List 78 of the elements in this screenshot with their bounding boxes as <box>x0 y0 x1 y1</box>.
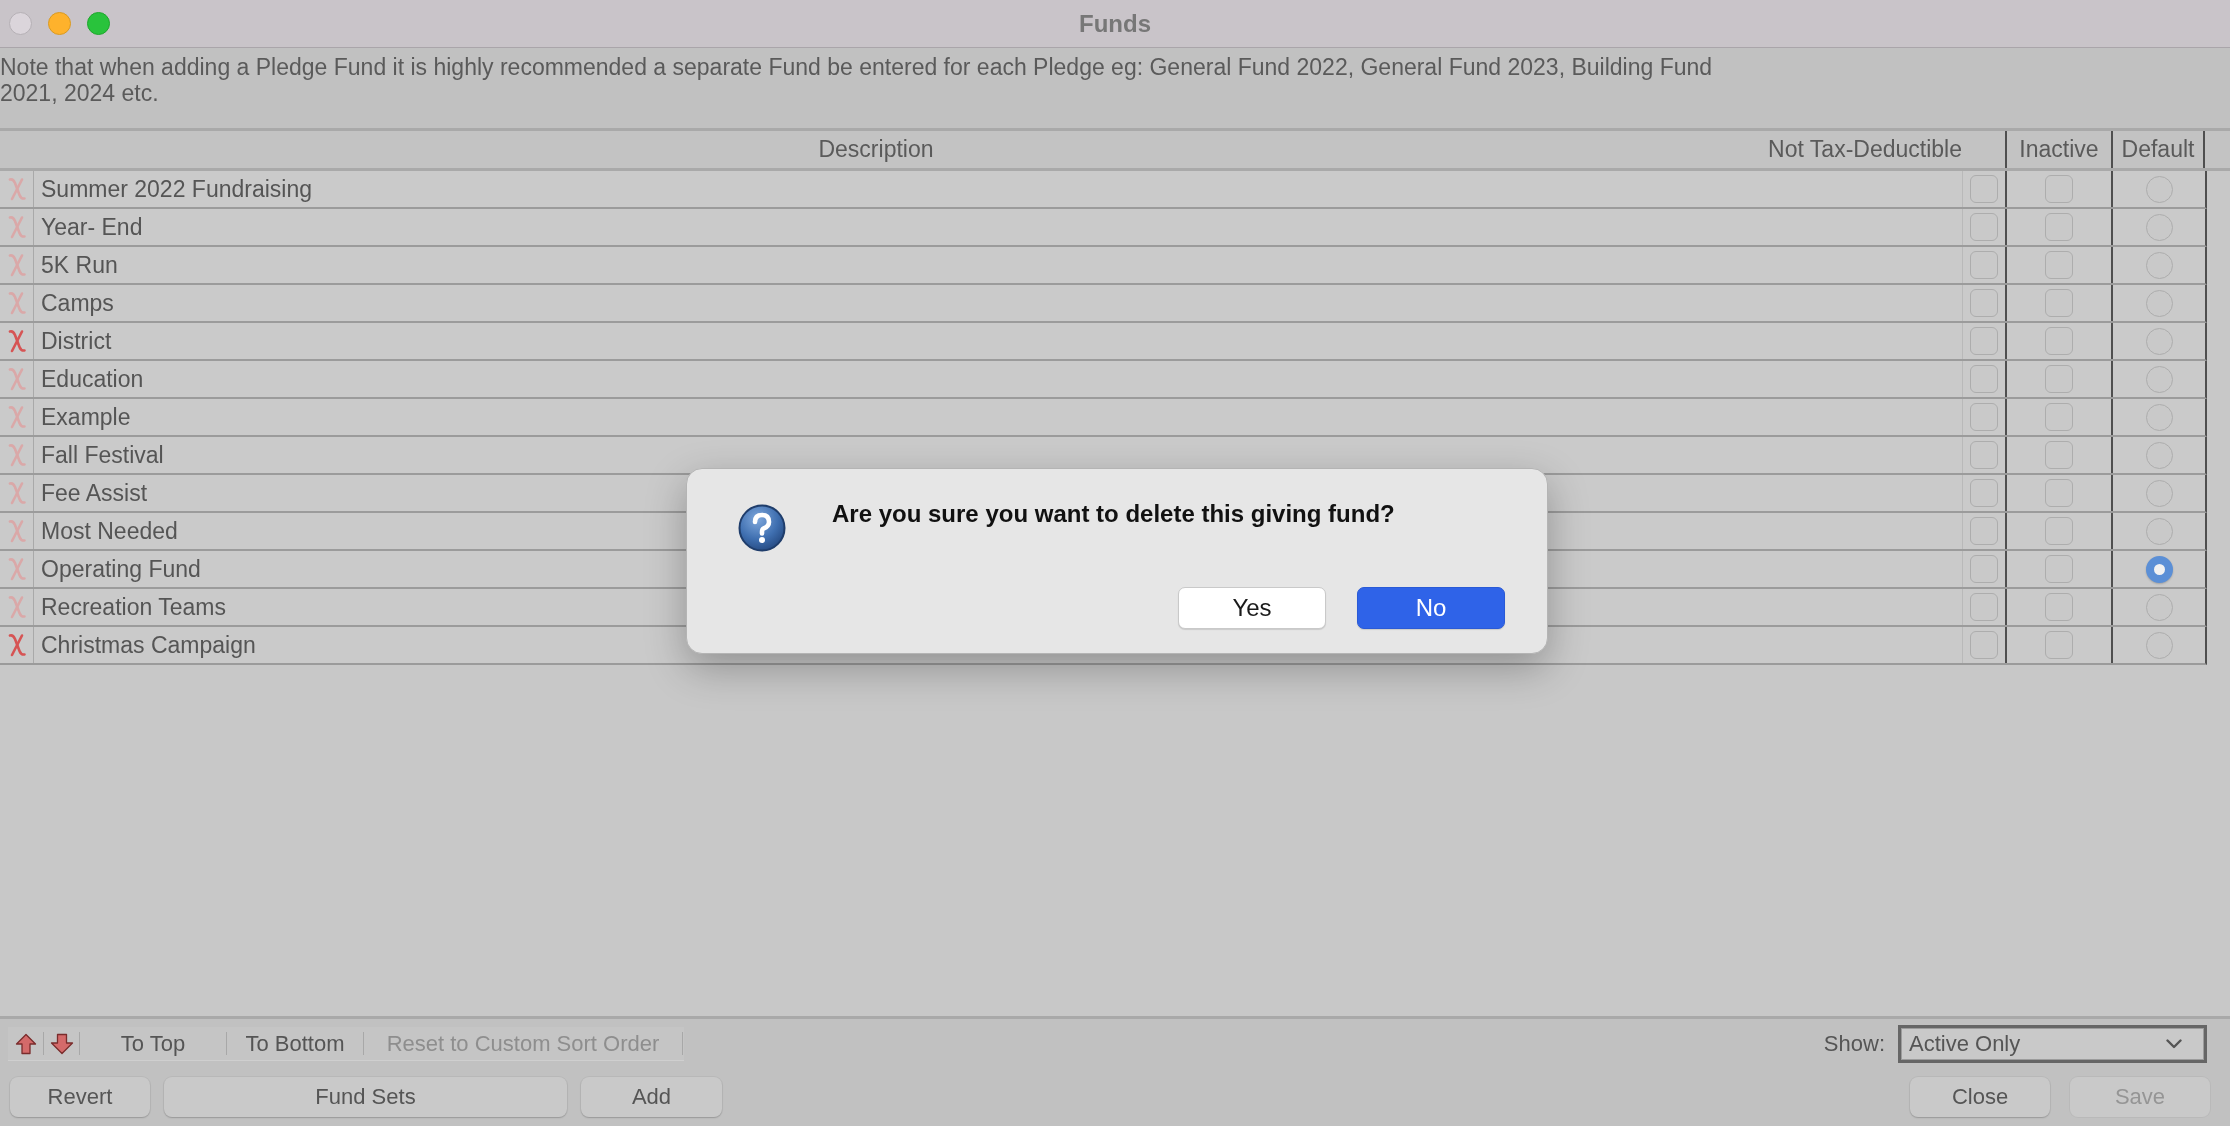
table-cell: 5K Run <box>33 247 1962 283</box>
radio-button[interactable] <box>2145 327 2173 355</box>
delete-icon[interactable] <box>7 595 26 619</box>
show-dropdown[interactable]: Active Only <box>1898 1025 2207 1063</box>
checkbox[interactable] <box>1970 403 1998 431</box>
checkbox[interactable] <box>1970 593 1998 621</box>
checkbox[interactable] <box>1970 517 1998 545</box>
close-button[interactable] <box>9 12 32 35</box>
checkbox[interactable] <box>1970 631 1998 659</box>
column-header: Description <box>817 135 935 164</box>
checkbox[interactable] <box>1970 555 1998 583</box>
dialog-button[interactable]: No <box>1357 587 1505 629</box>
delete-icon[interactable] <box>7 367 26 391</box>
minimize-button[interactable] <box>48 12 71 35</box>
table-row[interactable]: Example <box>0 399 2207 437</box>
radio-button[interactable] <box>2145 479 2173 507</box>
delete-icon[interactable] <box>7 253 26 277</box>
checkbox[interactable] <box>1970 327 1998 355</box>
checkbox[interactable] <box>1970 289 1998 317</box>
action-button[interactable]: Close <box>1910 1077 2050 1117</box>
checkbox[interactable] <box>1970 479 1998 507</box>
zoom-button[interactable] <box>87 12 110 35</box>
toolbar-button[interactable]: To Bottom <box>227 1027 363 1060</box>
delete-icon[interactable] <box>7 291 26 315</box>
table-row[interactable]: Camps <box>0 285 2207 323</box>
radio-button[interactable] <box>2145 631 2173 659</box>
checkbox[interactable] <box>1970 251 1998 279</box>
radio-button[interactable] <box>2145 213 2173 241</box>
radio-button[interactable] <box>2145 365 2173 393</box>
column-header: Default <box>2111 131 2205 168</box>
table-cell: District <box>33 323 1962 359</box>
table-row[interactable]: Education <box>0 361 2207 399</box>
window-title: Funds <box>1079 9 1151 38</box>
table-row[interactable]: District <box>0 323 2207 361</box>
table-cell: Education <box>33 361 1962 397</box>
radio-button[interactable] <box>2145 251 2173 279</box>
delete-icon[interactable] <box>7 177 26 201</box>
table-row[interactable]: 5K Run <box>0 247 2207 285</box>
checkbox[interactable] <box>1970 441 1998 469</box>
checkbox[interactable] <box>1970 175 1998 203</box>
table-cell: Example <box>33 399 1962 435</box>
table-row[interactable]: Year- End <box>0 209 2207 247</box>
dialog-button[interactable]: Yes <box>1178 587 1326 629</box>
delete-icon[interactable] <box>7 557 26 581</box>
radio-button[interactable] <box>2145 175 2173 203</box>
action-button[interactable]: Add <box>581 1077 722 1117</box>
show-label: Show: <box>1823 1031 1885 1057</box>
table-row[interactable]: Fall Festival <box>0 437 2207 475</box>
delete-icon[interactable] <box>7 405 26 429</box>
dropdown-value: Active Only <box>1909 1031 2021 1057</box>
down-arrow-icon[interactable] <box>49 1032 74 1055</box>
column-header: Inactive <box>2005 131 2111 168</box>
table-cell: Camps <box>33 285 1962 321</box>
radio-button[interactable] <box>2145 441 2173 469</box>
radio-button[interactable] <box>2145 403 2173 431</box>
radio-button[interactable] <box>2145 593 2173 621</box>
table-cell: Year- End <box>33 209 1962 245</box>
radio-button[interactable] <box>2145 517 2173 545</box>
chevron-icon <box>2166 1039 2182 1049</box>
delete-icon[interactable] <box>7 329 26 353</box>
radio-button[interactable] <box>2145 289 2173 317</box>
delete-icon[interactable] <box>7 481 26 505</box>
toolbar-button[interactable]: To Top <box>80 1027 226 1060</box>
up-arrow-icon[interactable] <box>14 1032 37 1055</box>
delete-icon[interactable] <box>7 215 26 239</box>
checkbox[interactable] <box>1970 365 1998 393</box>
delete-icon[interactable] <box>7 633 26 657</box>
table-cell: Summer 2022 Fundraising <box>33 171 1962 207</box>
action-button[interactable]: Fund Sets <box>164 1077 567 1117</box>
note-text: Note that when adding a Pledge Fund it is highly recommended a separate Fund be entered for each Pledge eg: General Fund 2022, General Fund 2023, Building Fund 2021, 2024 etc. <box>0 53 1714 108</box>
table-row[interactable]: Summer 2022 Fundraising <box>0 171 2207 209</box>
radio-button[interactable] <box>2145 555 2173 583</box>
checkbox[interactable] <box>1970 213 1998 241</box>
action-button[interactable]: Revert <box>10 1077 150 1117</box>
column-header: Not Tax-Deductible <box>1767 135 1963 164</box>
delete-icon[interactable] <box>7 443 26 467</box>
delete-icon[interactable] <box>7 519 26 543</box>
question-icon <box>738 504 786 552</box>
